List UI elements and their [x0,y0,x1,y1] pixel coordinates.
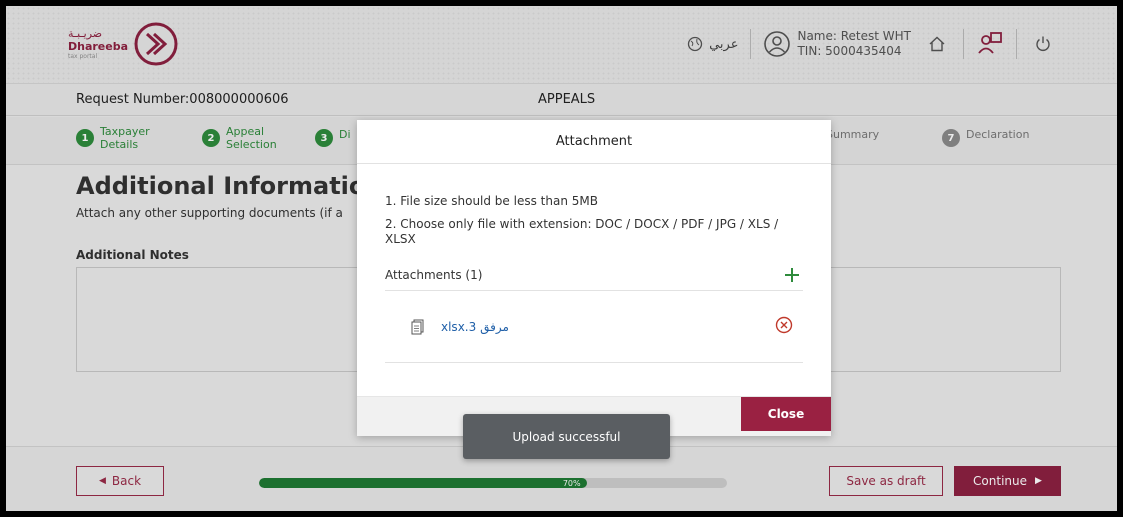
remove-circle-icon [775,316,793,333]
attachment-item: مرفق 3.xlsx [385,291,803,363]
plus-icon [785,267,799,282]
upload-success-toast: Upload successful [463,414,670,459]
remove-attachment-button[interactable] [775,316,793,338]
attachment-dialog: Attachment 1. File size should be less t… [357,120,831,436]
add-attachment-button[interactable] [781,264,803,286]
rule-file-size: 1. File size should be less than 5MB [385,194,598,208]
attachment-file-link[interactable]: مرفق 3.xlsx [441,320,509,334]
rule-file-extensions: 2. Choose only file with extension: DOC … [385,217,779,246]
attachments-count-label: Attachments (1) [385,267,483,282]
file-icon [411,319,424,334]
close-button[interactable]: Close [741,397,831,431]
app-window: ضريـبـة Dhareeba tax portal عربي Name: R… [6,6,1117,511]
toast-message: Upload successful [512,429,621,444]
attachments-header: Attachments (1) [385,259,803,291]
close-label: Close [767,407,805,421]
dialog-title: Attachment [357,120,831,164]
